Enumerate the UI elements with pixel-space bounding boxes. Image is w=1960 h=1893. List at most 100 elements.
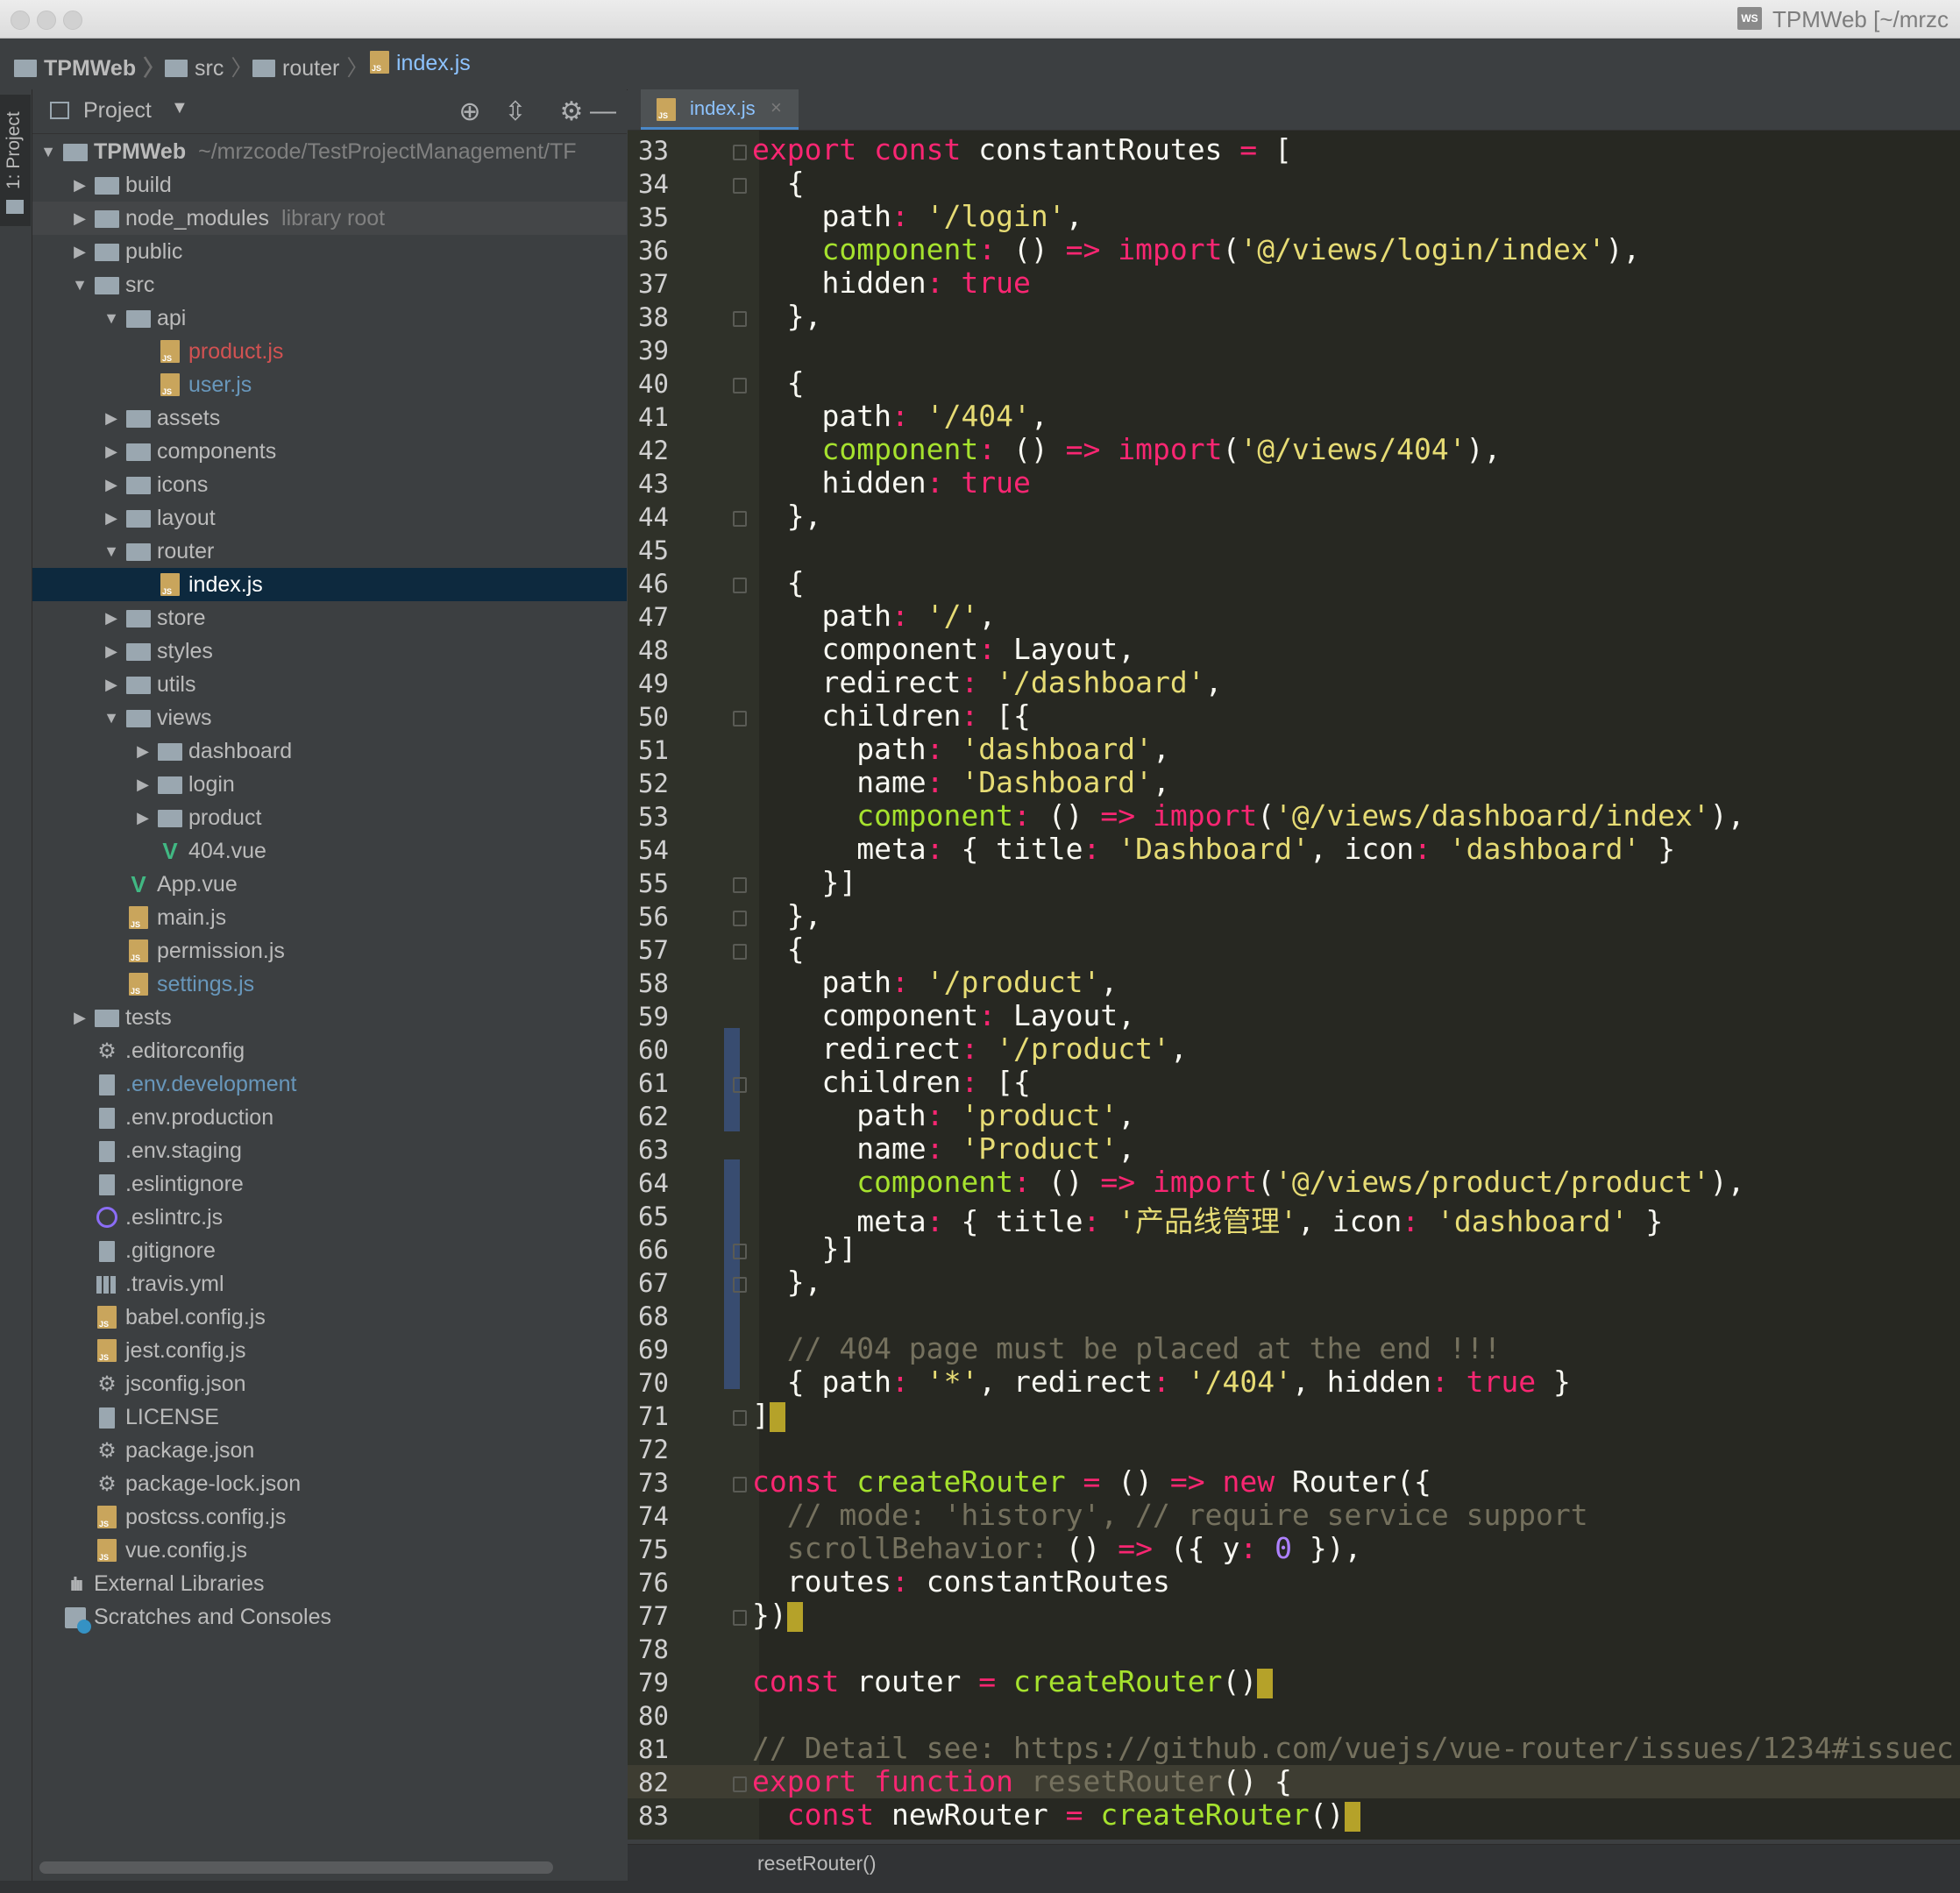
tree-item[interactable]: jest.config.js <box>32 1334 627 1367</box>
tree-item[interactable]: user.js <box>32 368 627 401</box>
nav-crumb-router[interactable]: router 〉 <box>252 51 368 82</box>
code-line[interactable]: children: [{ <box>752 698 1030 733</box>
tree-item[interactable]: ⚙ package-lock.json <box>32 1467 627 1500</box>
tree-item[interactable]: ▶ build <box>32 168 627 202</box>
fold-toggle-icon[interactable] <box>733 578 747 593</box>
code-line[interactable]: path: '/product', <box>752 965 1118 999</box>
code-line[interactable]: }] <box>752 1231 856 1266</box>
code-line[interactable]: hidden: true <box>752 465 1030 500</box>
fold-toggle-icon[interactable] <box>733 378 747 393</box>
code-line[interactable]: hidden: true <box>752 266 1030 300</box>
code-line[interactable]: export const constantRoutes = [ <box>752 132 1292 167</box>
chevron-right-icon[interactable]: ▶ <box>71 168 89 202</box>
code-line[interactable]: routes: constantRoutes <box>752 1564 1170 1599</box>
tree-item[interactable]: product.js <box>32 335 627 368</box>
code-line[interactable]: // Detail see: https://github.com/vuejs/… <box>752 1731 1954 1765</box>
code-line[interactable]: name: 'Product', <box>752 1131 1135 1166</box>
code-line[interactable]: export function resetRouter() { <box>752 1764 1292 1798</box>
nav-crumb-project[interactable]: TPMWeb 〉 <box>14 51 165 82</box>
fold-toggle-icon[interactable] <box>733 1410 747 1426</box>
code-line[interactable]: component: () => import('@/views/dashboa… <box>752 798 1744 833</box>
horizontal-scrollbar[interactable] <box>39 1861 553 1874</box>
tree-item[interactable]: ▼ api <box>32 301 627 335</box>
code-line[interactable]: { path: '*', redirect: '/404', hidden: t… <box>752 1365 1571 1399</box>
tree-item[interactable]: .eslintrc.js <box>32 1201 627 1234</box>
tree-item[interactable]: .gitignore <box>32 1234 627 1267</box>
code-line[interactable]: { <box>752 932 805 966</box>
window-minimize-button[interactable] <box>37 11 56 30</box>
tree-item[interactable]: .env.staging <box>32 1134 627 1167</box>
vcs-change-marker[interactable] <box>724 1159 740 1389</box>
tree-item[interactable]: ▶ assets <box>32 401 627 435</box>
code-line[interactable]: }, <box>752 499 822 533</box>
code-line[interactable]: component: () => import('@/views/404'), <box>752 432 1501 466</box>
code-line[interactable]: // 404 page must be placed at the end !!… <box>752 1331 1502 1365</box>
chevron-down-icon[interactable]: ▼ <box>103 701 120 734</box>
code-line[interactable]: const router = createRouter() <box>752 1664 1274 1698</box>
tree-item[interactable]: .eslintignore <box>32 1167 627 1201</box>
tree-item[interactable]: ▶ public <box>32 235 627 268</box>
tree-item[interactable]: V 404.vue <box>32 834 627 868</box>
tree-item[interactable]: ▼ views <box>32 701 627 734</box>
code-line[interactable]: meta: { title: 'Dashboard', icon: 'dashb… <box>752 832 1675 866</box>
code-line[interactable]: name: 'Dashboard', <box>752 765 1170 799</box>
code-line[interactable]: }] <box>752 865 856 899</box>
fold-toggle-icon[interactable] <box>733 511 747 527</box>
tab-index-js[interactable]: index.js × <box>641 89 799 130</box>
tree-item[interactable]: ▶ layout <box>32 501 627 535</box>
hide-panel-icon[interactable]: — <box>588 96 618 126</box>
chevron-right-icon[interactable]: ▶ <box>103 501 120 535</box>
tree-item[interactable]: ▶ dashboard <box>32 734 627 768</box>
tree-item[interactable]: LICENSE <box>32 1400 627 1434</box>
code-line[interactable]: }) <box>752 1598 803 1632</box>
fold-toggle-icon[interactable] <box>733 145 747 160</box>
tree-item[interactable]: ▼ src <box>32 268 627 301</box>
chevron-right-icon[interactable]: ▶ <box>103 601 120 635</box>
chevron-down-icon[interactable]: ▼ <box>103 301 120 335</box>
chevron-right-icon[interactable]: ▶ <box>103 401 120 435</box>
project-tool-tab[interactable]: 1: Project <box>0 95 31 226</box>
fold-toggle-icon[interactable] <box>733 1610 747 1626</box>
code-line[interactable]: }, <box>752 898 822 932</box>
code-line[interactable]: ] <box>752 1398 785 1432</box>
chevron-right-icon[interactable]: ▶ <box>103 435 120 468</box>
tree-item[interactable]: permission.js <box>32 934 627 968</box>
window-close-button[interactable] <box>11 11 30 30</box>
tree-item[interactable]: settings.js <box>32 968 627 1001</box>
fold-toggle-icon[interactable] <box>733 711 747 727</box>
chevron-down-icon[interactable]: ▼ <box>39 135 57 168</box>
tree-item[interactable]: ▶ product <box>32 801 627 834</box>
code-line[interactable]: redirect: '/dashboard', <box>752 665 1222 699</box>
tree-item[interactable]: babel.config.js <box>32 1301 627 1334</box>
code-line[interactable]: component: Layout, <box>752 998 1135 1032</box>
tree-item[interactable]: ▼ router <box>32 535 627 568</box>
tree-item[interactable]: ▶ node_modules library root <box>32 202 627 235</box>
code-line[interactable]: { <box>752 565 805 599</box>
tree-item[interactable]: .env.development <box>32 1067 627 1101</box>
fold-toggle-icon[interactable] <box>733 1277 747 1293</box>
tree-item[interactable]: postcss.config.js <box>32 1500 627 1534</box>
window-zoom-button[interactable] <box>63 11 82 30</box>
locate-target-icon[interactable]: ⊕ <box>455 96 485 127</box>
nav-crumb-file[interactable]: index.js <box>370 51 471 76</box>
gear-icon[interactable]: ⚙ <box>557 96 586 127</box>
code-line[interactable]: const newRouter = createRouter() <box>752 1797 1360 1832</box>
code-line[interactable]: const createRouter = () => new Router({ <box>752 1464 1431 1499</box>
fold-toggle-icon[interactable] <box>733 911 747 926</box>
close-icon[interactable]: × <box>771 96 782 119</box>
code-line[interactable]: { <box>752 166 805 200</box>
tree-item[interactable]: ▶ login <box>32 768 627 801</box>
code-line[interactable]: path: 'product', <box>752 1098 1135 1132</box>
tree-item[interactable]: index.js <box>32 568 627 601</box>
code-line[interactable]: meta: { title: '产品线管理', icon: 'dashboard… <box>752 1198 1663 1240</box>
code-line[interactable]: component: () => import('@/views/login/i… <box>752 232 1640 266</box>
tree-item[interactable]: ⚙ jsconfig.json <box>32 1367 627 1400</box>
tree-item[interactable]: ▶ utils <box>32 668 627 701</box>
tree-item[interactable]: ▶ store <box>32 601 627 635</box>
fold-toggle-icon[interactable] <box>733 1477 747 1492</box>
project-view-selector[interactable]: Project <box>83 98 152 124</box>
code-editor[interactable]: 33 export const constantRoutes = [34 {35 … <box>628 131 1960 1840</box>
fold-toggle-icon[interactable] <box>733 1776 747 1792</box>
chevron-down-icon[interactable]: ▼ <box>103 535 120 568</box>
tree-item[interactable]: main.js <box>32 901 627 934</box>
